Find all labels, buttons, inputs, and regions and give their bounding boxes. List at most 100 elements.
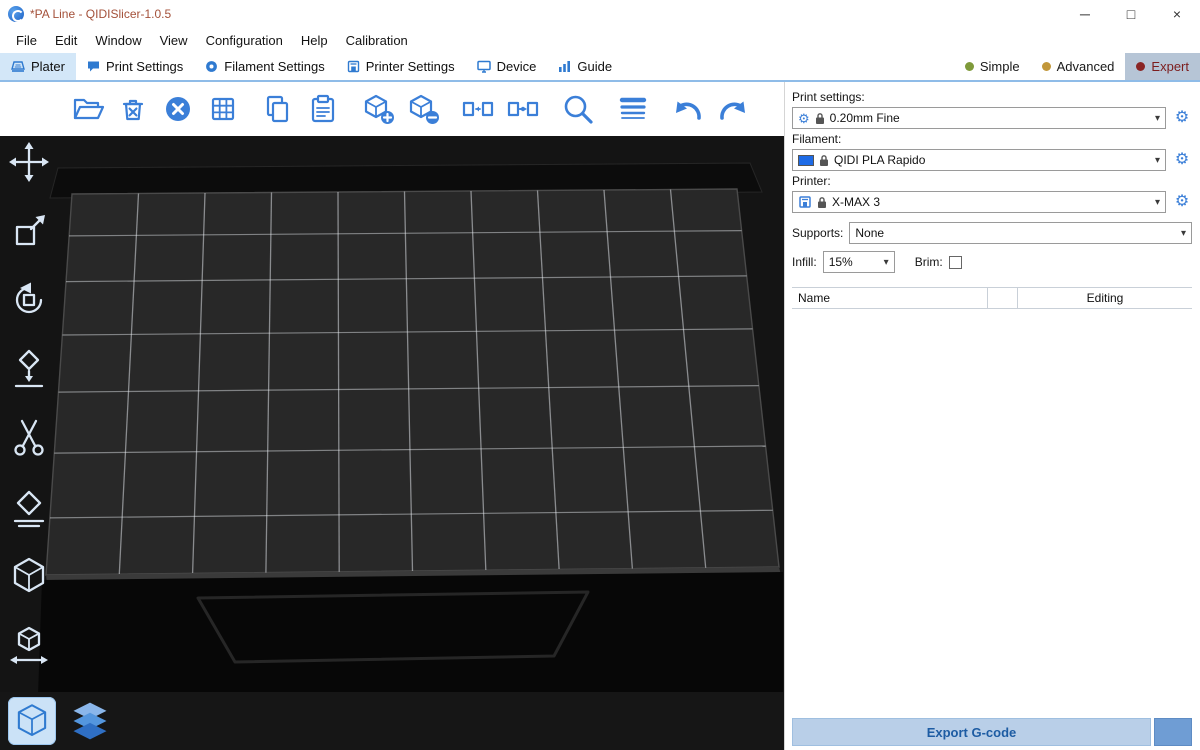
close-button[interactable]: × (1154, 0, 1200, 28)
delete-button[interactable] (115, 91, 151, 127)
tab-printer-settings[interactable]: Printer Settings (336, 53, 466, 80)
filament-gear-button[interactable]: ⚙ (1172, 152, 1192, 168)
measure-tool-button[interactable] (5, 552, 53, 600)
export-gcode-button[interactable]: Export G-code (792, 718, 1151, 746)
left-column (0, 82, 784, 750)
device-icon (477, 60, 491, 73)
print-settings-gear-button[interactable]: ⚙ (1172, 110, 1192, 126)
toolbar-group-clipboard (260, 91, 341, 127)
undo-button[interactable] (670, 91, 706, 127)
tab-device[interactable]: Device (466, 53, 548, 80)
mode-simple-label: Simple (980, 59, 1020, 74)
lock-icon (815, 112, 825, 125)
move-tool-button[interactable] (5, 138, 53, 186)
printer-combo[interactable]: X-MAX 3 ▾ (792, 191, 1166, 213)
arrange-button[interactable] (205, 91, 241, 127)
chevron-down-icon: ▾ (880, 257, 889, 268)
mirror-tool-button[interactable] (5, 621, 53, 669)
menu-help[interactable]: Help (292, 33, 337, 48)
viewport-3d-canvas[interactable] (0, 136, 784, 750)
infill-combo[interactable]: 15% ▾ (823, 251, 895, 273)
menu-configuration[interactable]: Configuration (197, 33, 292, 48)
print-settings-label: Print settings: (792, 90, 1192, 104)
rotate-tool-button[interactable] (5, 276, 53, 324)
supports-value: None (855, 226, 884, 240)
export-options-button[interactable] (1154, 718, 1192, 746)
simple-mode-dot-icon (965, 62, 974, 71)
filament-color-swatch (798, 155, 814, 166)
open-project-button[interactable] (70, 91, 106, 127)
tab-guide-label: Guide (577, 59, 612, 74)
tabbar: Plater Print Settings Filament Settings … (0, 53, 1200, 82)
window-controls: ─ □ × (1062, 0, 1200, 28)
print-settings-value: 0.20mm Fine (830, 111, 900, 125)
maximize-button[interactable]: □ (1108, 0, 1154, 28)
expert-mode-dot-icon (1136, 62, 1145, 71)
filament-settings-icon (205, 60, 218, 73)
menu-window[interactable]: Window (86, 33, 150, 48)
paste-button[interactable] (305, 91, 341, 127)
mode-advanced[interactable]: Advanced (1031, 53, 1126, 80)
menu-calibration[interactable]: Calibration (337, 33, 417, 48)
filament-combo[interactable]: QIDI PLA Rapido ▾ (792, 149, 1166, 171)
lock-icon (819, 154, 829, 167)
split-to-objects-button[interactable] (460, 91, 496, 127)
supports-combo[interactable]: None ▾ (849, 222, 1192, 244)
tab-print-settings[interactable]: Print Settings (76, 53, 194, 80)
minimize-button[interactable]: ─ (1062, 0, 1108, 28)
tab-guide[interactable]: Guide (547, 53, 623, 80)
sidebar: Print settings: ⚙ 0.20mm Fine ▾ ⚙ Filame… (784, 82, 1200, 750)
tab-filament-settings[interactable]: Filament Settings (194, 53, 335, 80)
redo-button[interactable] (715, 91, 751, 127)
filament-label: Filament: (792, 132, 1192, 146)
copy-button[interactable] (260, 91, 296, 127)
editor-3d-view-button[interactable] (8, 697, 56, 745)
scale-tool-button[interactable] (5, 207, 53, 255)
cut-tool-button[interactable] (5, 414, 53, 462)
mode-expert[interactable]: Expert (1125, 53, 1200, 80)
mode-advanced-label: Advanced (1057, 59, 1115, 74)
print-settings-combo[interactable]: ⚙ 0.20mm Fine ▾ (792, 107, 1166, 129)
titlebar: *PA Line - QIDISlicer-1.0.5 ─ □ × (0, 0, 1200, 28)
menu-view[interactable]: View (151, 33, 197, 48)
object-list-body[interactable] (792, 309, 1192, 714)
brim-checkbox[interactable] (949, 256, 962, 269)
menu-edit[interactable]: Edit (46, 33, 86, 48)
print-settings-icon (87, 60, 100, 73)
printer-settings-icon (347, 60, 360, 73)
add-instance-button[interactable] (360, 91, 396, 127)
toolbar-group-layers (615, 91, 651, 127)
search-button[interactable] (560, 91, 596, 127)
window-title: *PA Line - QIDISlicer-1.0.5 (30, 7, 171, 21)
plater-toolbar (0, 82, 784, 136)
toolbar-group-instances (360, 91, 441, 127)
infill-value: 15% (829, 255, 853, 269)
tab-plater[interactable]: Plater (0, 53, 76, 80)
filament-value: QIDI PLA Rapido (834, 153, 925, 167)
app-window: *PA Line - QIDISlicer-1.0.5 ─ □ × File E… (0, 0, 1200, 750)
profile-gear-icon: ⚙ (798, 112, 810, 125)
delete-all-button[interactable] (160, 91, 196, 127)
variable-layer-height-button[interactable] (615, 91, 651, 127)
chevron-down-icon: ▾ (1151, 197, 1160, 208)
export-row: Export G-code (792, 718, 1192, 746)
column-header-name: Name (792, 288, 988, 308)
tab-filament-settings-label: Filament Settings (224, 59, 324, 74)
guide-icon (558, 60, 571, 73)
place-on-face-tool-button[interactable] (5, 345, 53, 393)
layers-preview-view-button[interactable] (66, 697, 114, 745)
remove-instance-button[interactable] (405, 91, 441, 127)
printer-gear-button[interactable]: ⚙ (1172, 194, 1192, 210)
main-area: Print settings: ⚙ 0.20mm Fine ▾ ⚙ Filame… (0, 82, 1200, 750)
mode-simple[interactable]: Simple (954, 53, 1031, 80)
toolbar-group-split (460, 91, 541, 127)
tab-plater-label: Plater (31, 59, 65, 74)
supports-label: Supports: (792, 226, 843, 240)
chevron-down-icon: ▾ (1151, 113, 1160, 124)
mode-expert-label: Expert (1151, 59, 1189, 74)
split-to-parts-button[interactable] (505, 91, 541, 127)
menu-file[interactable]: File (7, 33, 46, 48)
gizmo-toolbar (5, 138, 53, 669)
paint-supports-tool-button[interactable] (5, 483, 53, 531)
chevron-down-icon: ▾ (1151, 155, 1160, 166)
